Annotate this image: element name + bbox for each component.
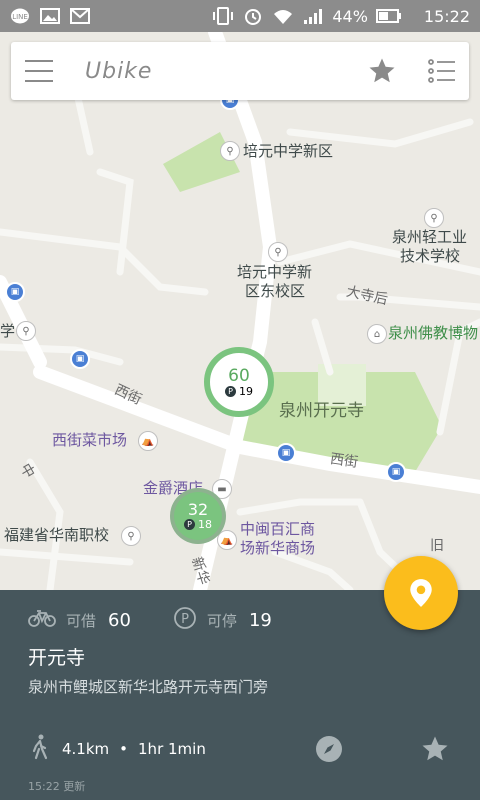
distance: 4.1km [62, 740, 110, 758]
app-logo: Ubike [85, 58, 153, 84]
line-app-icon: LINE [10, 7, 30, 25]
bus-stop-icon[interactable]: ▣ [276, 443, 296, 463]
walk-icon [30, 734, 50, 764]
map-label: 场新华商场 [240, 539, 316, 557]
park-value: 19 [248, 609, 272, 631]
map-label: 旧 [430, 538, 444, 554]
bus-stop-icon[interactable]: ▣ [386, 462, 406, 482]
poi-icon: ⚲ [220, 141, 240, 161]
hamburger-menu-icon[interactable] [25, 60, 53, 82]
map-label: 技术学校 [400, 247, 461, 265]
favorite-star-icon[interactable] [420, 734, 450, 764]
borrow-label: 可借 [66, 611, 97, 630]
map-label: 泉州佛教博物 [388, 324, 479, 342]
signal-icon [302, 7, 324, 25]
app-toolbar: Ubike [11, 42, 469, 100]
bike-icon [28, 608, 56, 632]
alarm-icon [242, 6, 264, 26]
map-label: 西街菜市场 [52, 431, 128, 449]
navigate-compass-icon[interactable] [314, 734, 344, 764]
bus-stop-icon[interactable]: ▣ [70, 349, 90, 369]
image-icon [40, 8, 60, 24]
poi-icon: ⚲ [268, 242, 288, 262]
map-label: 中闽百汇商 [240, 520, 316, 538]
map-label: 福建省华南职校 [4, 526, 110, 544]
svg-text:LINE: LINE [12, 13, 28, 21]
separator: • [119, 740, 129, 758]
map-view[interactable]: ⚲ ⚲ ⚲ ⚲ ⌂ ⛺ ⛺ ⚲ ▬ ▣ ▣ ▣ ▣ ▣ 培元中学新区 培元中学新… [0, 32, 480, 590]
map-label: 培元中学新 [237, 263, 313, 281]
mail-icon [70, 8, 90, 24]
station-name: 开元寺 [28, 647, 86, 669]
shop-icon: ⛺ [138, 431, 158, 451]
poi-icon: ⚲ [16, 321, 36, 341]
station-address: 泉州市鲤城区新华北路开元寺西门旁 [28, 678, 269, 696]
map-label: 西街 [329, 451, 359, 471]
poi-icon: ⚲ [424, 208, 444, 228]
parking-icon: P [173, 606, 197, 634]
marker-parking: 18 [198, 518, 212, 531]
station-marker-selected[interactable]: 60 P 19 [204, 347, 274, 417]
status-bar: LINE 44% 15:22 [0, 0, 480, 32]
map-label: 学 [0, 322, 16, 340]
route-row: 4.1km • 1hr 1min [30, 734, 450, 764]
marker-bikes: 32 [187, 500, 209, 519]
map-label: 区东校区 [245, 282, 306, 300]
marker-bikes: 60 [228, 365, 250, 386]
borrow-value: 60 [108, 609, 131, 631]
battery-percent: 44% [332, 6, 368, 26]
vibrate-icon [212, 6, 234, 26]
availability-row: 可借 60 P 可停 19 [28, 606, 272, 634]
locate-button[interactable] [384, 556, 458, 630]
wifi-icon [272, 7, 294, 25]
battery-icon [375, 8, 402, 24]
map-label: 培元中学新区 [243, 142, 334, 160]
svg-text:P: P [181, 612, 189, 627]
list-icon[interactable] [427, 56, 457, 86]
poi-icon: ⚲ [121, 526, 141, 546]
updated-time: 15:22 更新 [28, 780, 86, 793]
station-marker[interactable]: 32 P 18 [170, 488, 226, 544]
museum-icon: ⌂ [367, 324, 387, 344]
location-pin-icon [410, 579, 432, 607]
map-label: 泉州轻工业 [392, 228, 468, 246]
walk-time: 1hr 1min [138, 740, 206, 758]
map-canvas [0, 32, 480, 590]
clock: 15:22 [423, 6, 470, 26]
bus-stop-icon[interactable]: ▣ [5, 282, 25, 302]
map-label: 泉州开元寺 [279, 401, 364, 421]
parking-icon: P [184, 519, 195, 530]
star-icon[interactable] [367, 56, 397, 86]
park-label: 可停 [206, 611, 237, 630]
parking-icon: P [225, 385, 236, 397]
marker-parking: 19 [239, 384, 253, 398]
